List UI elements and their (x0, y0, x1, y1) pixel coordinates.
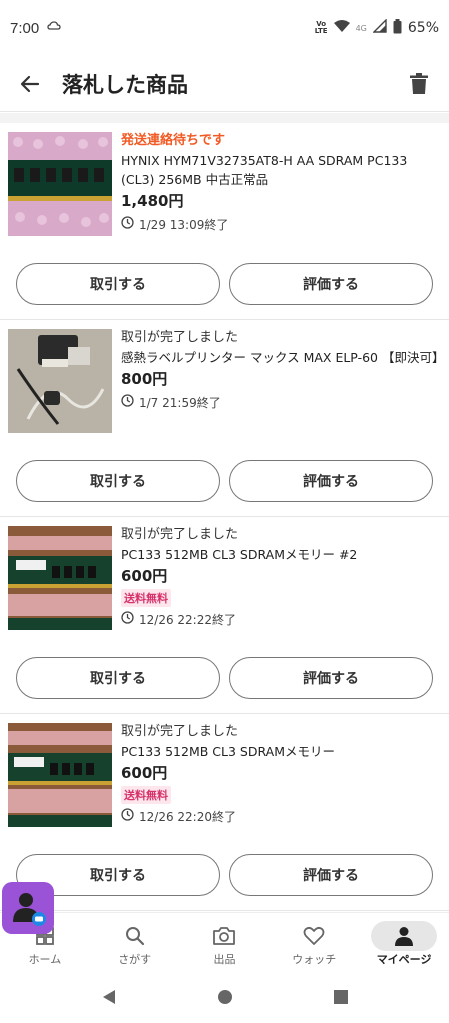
item-thumbnail[interactable] (8, 329, 112, 433)
rate-button[interactable]: 評価する (229, 657, 433, 699)
item-thumbnail[interactable] (8, 723, 112, 827)
item-price: 1,480円 (121, 192, 184, 210)
clock-icon (121, 807, 134, 827)
item-price: 600円 (121, 764, 168, 782)
end-time-text: 1/7 21:59終了 (139, 396, 221, 410)
status-time: 7:00 (10, 19, 40, 37)
item-name[interactable]: PC133 512MB CL3 SDRAMメモリー #2 (121, 545, 441, 564)
nav-home-label: ホーム (28, 952, 62, 966)
system-nav-bar (0, 974, 449, 1023)
item-end-time: 12/26 22:20終了 (121, 807, 441, 827)
rate-button[interactable]: 評価する (229, 854, 433, 896)
nav-search[interactable]: さがす (90, 913, 180, 974)
item-name[interactable]: HYNIX HYM71V32735AT8-H AA SDRAM PC133 (C… (121, 151, 441, 189)
item-info: 取引が完了しました PC133 512MB CL3 SDRAMメモリー 600円… (121, 722, 441, 827)
item-name[interactable]: PC133 512MB CL3 SDRAMメモリー (121, 742, 441, 761)
item-status: 発送連絡待ちです (121, 133, 226, 148)
nav-sell-label: 出品 (213, 952, 236, 966)
item-end-time: 12/26 22:22終了 (121, 610, 441, 630)
status-icons: Vo LTE 4G 65% (314, 18, 439, 38)
system-recents-icon[interactable] (333, 989, 349, 1009)
item-end-time: 1/29 13:09終了 (121, 215, 441, 235)
system-back-icon[interactable] (101, 989, 117, 1009)
item-thumbnail[interactable] (8, 526, 112, 630)
assistant-person-icon (13, 893, 46, 926)
cloud-icon (47, 20, 61, 36)
heart-icon (303, 921, 325, 951)
search-icon (124, 921, 146, 951)
trade-button[interactable]: 取引する (16, 460, 220, 502)
list-item[interactable]: 取引が完了しました PC133 512MB CL3 SDRAMメモリー 600円… (0, 714, 449, 911)
clock-icon (121, 393, 134, 413)
won-items-list: 発送連絡待ちです HYNIX HYM71V32735AT8-H AA SDRAM… (0, 123, 449, 911)
system-home-icon[interactable] (217, 989, 233, 1009)
end-time-text: 1/29 13:09終了 (139, 218, 229, 232)
end-time-text: 12/26 22:20終了 (139, 810, 236, 824)
item-actions: 取引する 評価する (16, 460, 433, 502)
camera-icon (212, 921, 236, 951)
item-status: 取引が完了しました (121, 724, 239, 739)
item-actions: 取引する 評価する (16, 263, 433, 305)
free-shipping-badge: 送料無料 (121, 589, 171, 607)
item-info: 取引が完了しました PC133 512MB CL3 SDRAMメモリー #2 6… (121, 525, 441, 630)
list-item[interactable]: 取引が完了しました PC133 512MB CL3 SDRAMメモリー #2 6… (0, 517, 449, 714)
item-name[interactable]: 感熱ラベルプリンター マックス MAX ELP-60 【即決可】 (121, 348, 444, 367)
nav-mypage-label: マイページ (376, 952, 432, 966)
item-thumbnail[interactable] (8, 132, 112, 236)
item-status: 取引が完了しました (121, 330, 239, 345)
list-item[interactable]: 取引が完了しました 感熱ラベルプリンター マックス MAX ELP-60 【即決… (0, 320, 449, 517)
trade-button[interactable]: 取引する (16, 657, 220, 699)
person-icon (371, 920, 438, 951)
battery-percent: 65% (407, 20, 439, 36)
free-shipping-badge: 送料無料 (121, 786, 171, 804)
item-actions: 取引する 評価する (16, 657, 433, 699)
item-price: 800円 (121, 370, 168, 388)
wifi-icon (333, 19, 350, 37)
list-item[interactable]: 発送連絡待ちです HYNIX HYM71V32735AT8-H AA SDRAM… (0, 123, 449, 320)
nav-search-label: さがす (118, 952, 152, 966)
nav-watch[interactable]: ウォッチ (269, 913, 359, 974)
rate-button[interactable]: 評価する (229, 460, 433, 502)
assistant-fab[interactable] (2, 882, 54, 934)
volte-icon: Vo LTE (314, 20, 328, 35)
page-title: 落札した商品 (62, 72, 188, 97)
bottom-nav: ホーム さがす 出品 ウォッチ マイページ (0, 912, 449, 974)
trade-button[interactable]: 取引する (16, 263, 220, 305)
rate-button[interactable]: 評価する (229, 263, 433, 305)
clock-icon (121, 610, 134, 630)
trash-icon[interactable] (405, 70, 433, 98)
app-header: 落札した商品 (0, 56, 449, 112)
nav-mypage[interactable]: マイページ (359, 913, 449, 974)
item-info: 取引が完了しました 感熱ラベルプリンター マックス MAX ELP-60 【即決… (121, 328, 444, 413)
battery-icon (393, 18, 402, 38)
end-time-text: 12/26 22:22終了 (139, 613, 236, 627)
status-bar: 7:00 Vo LTE 4G 65% (0, 0, 449, 56)
nav-watch-label: ウォッチ (292, 952, 337, 966)
clock-icon (121, 215, 134, 235)
signal-icon (372, 18, 387, 37)
back-arrow-icon[interactable] (16, 70, 44, 98)
item-end-time: 1/7 21:59終了 (121, 393, 441, 413)
item-price: 600円 (121, 567, 168, 585)
network-type: 4G (355, 23, 367, 33)
item-status: 取引が完了しました (121, 527, 239, 542)
nav-sell[interactable]: 出品 (180, 913, 270, 974)
item-actions: 取引する 評価する (16, 854, 433, 896)
item-info: 発送連絡待ちです HYNIX HYM71V32735AT8-H AA SDRAM… (121, 131, 441, 235)
header-divider (0, 113, 449, 123)
